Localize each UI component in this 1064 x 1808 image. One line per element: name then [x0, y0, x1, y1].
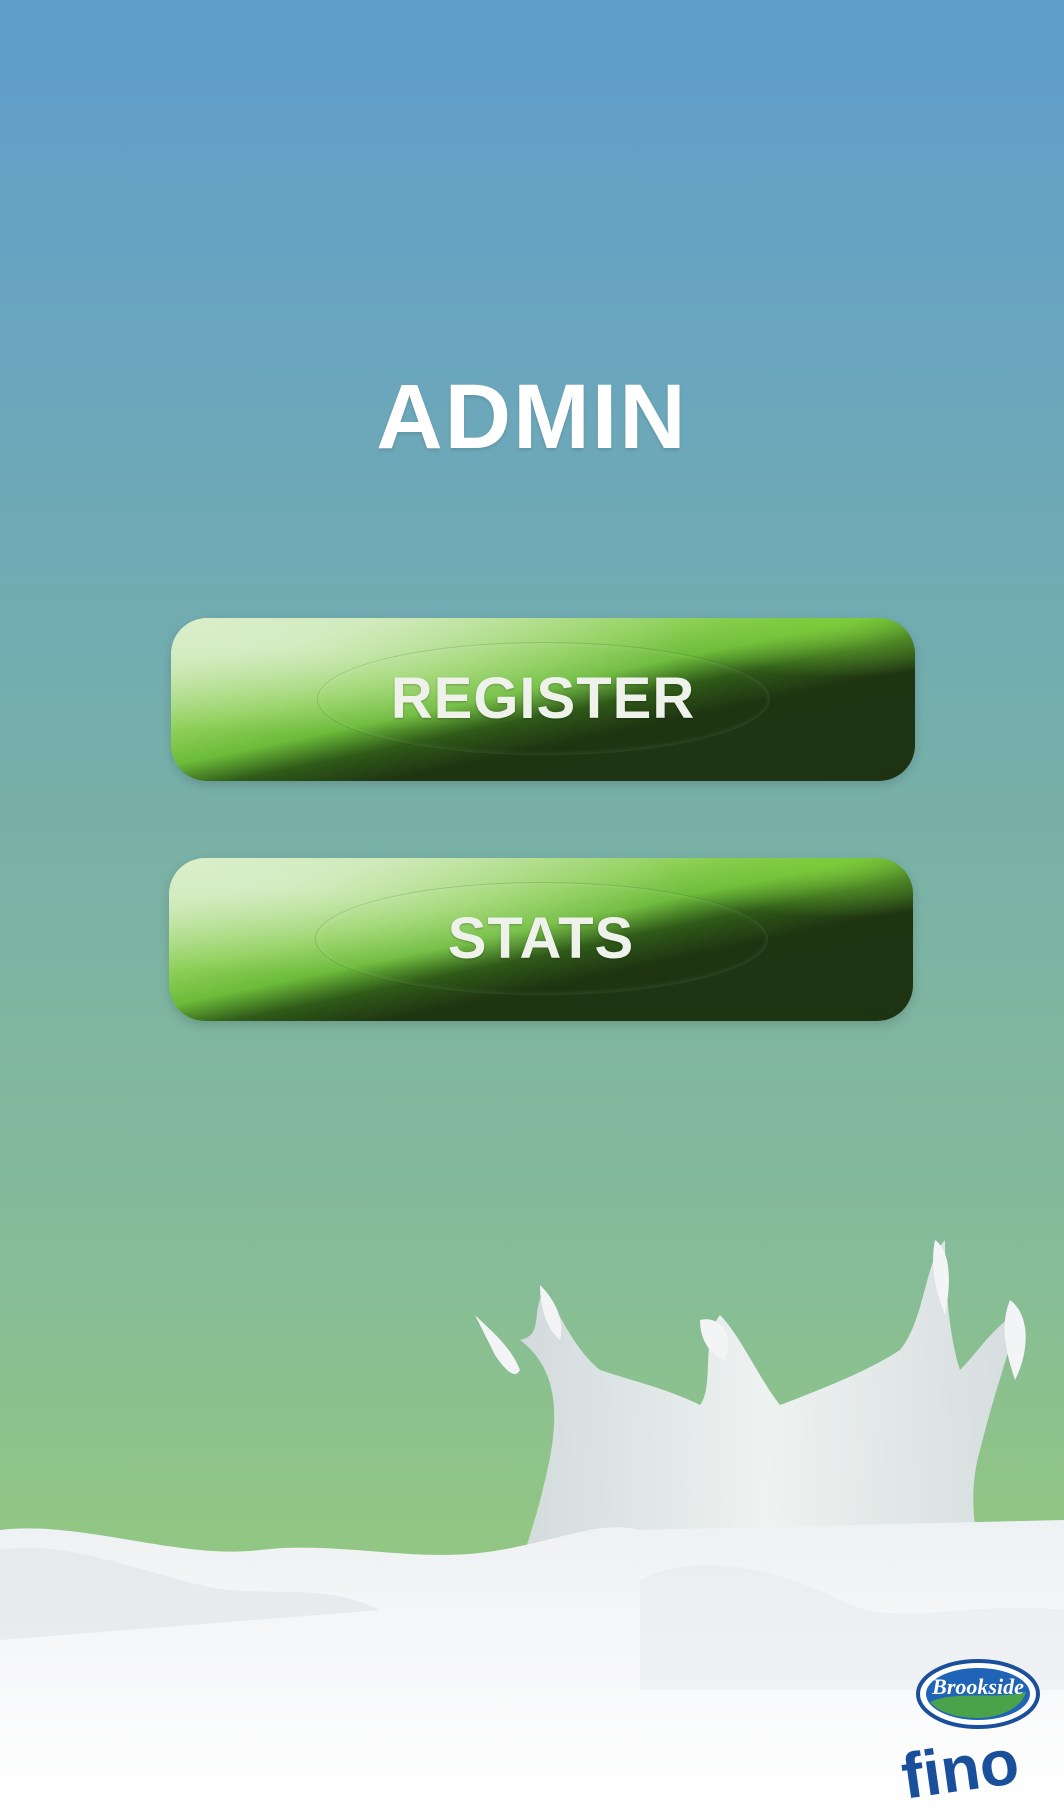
register-button-label: REGISTER — [390, 666, 696, 731]
logo-brand-text: Brookside — [931, 1674, 1024, 1699]
admin-screen: ADMIN REGISTER STATS Brookside fino — [0, 0, 1064, 1808]
page-title: ADMIN — [376, 366, 688, 468]
register-button[interactable]: REGISTER — [171, 618, 915, 781]
stats-button-label: STATS — [447, 906, 635, 971]
brookside-fino-logo: Brookside fino — [897, 1659, 1040, 1802]
stats-button[interactable]: STATS — [169, 858, 913, 1021]
logo-product-text: fino — [897, 1725, 1023, 1802]
